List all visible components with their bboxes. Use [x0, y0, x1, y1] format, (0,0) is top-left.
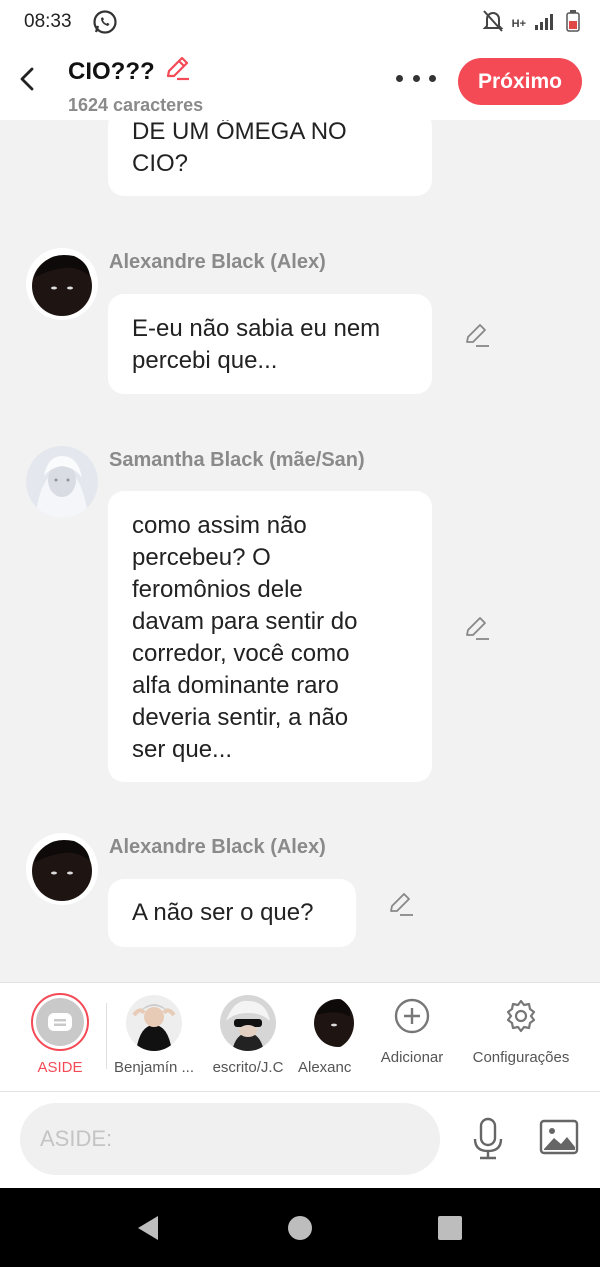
status-icons: H+	[482, 9, 580, 38]
story-title[interactable]: CIO???	[68, 54, 203, 89]
character-aside[interactable]: ASIDE	[24, 993, 96, 1076]
add-icon	[374, 997, 450, 1039]
message-line: feromônios dele	[132, 576, 303, 603]
settings-button[interactable]: Configurações	[468, 997, 574, 1066]
message-line: percebeu? O	[132, 544, 271, 571]
system-nav-bar	[0, 1188, 600, 1267]
edit-message-icon[interactable]	[464, 322, 490, 348]
avatar-alexandre[interactable]	[26, 833, 98, 905]
nav-recents-icon[interactable]	[437, 1215, 463, 1246]
character-avatar	[298, 995, 354, 1051]
speaker-name: Alexandre Black (Alex)	[109, 251, 326, 273]
character-bar: ASIDE Benjamín ... escrito/J.C Alexanc A…	[0, 982, 600, 1092]
battery-icon	[566, 10, 580, 37]
speaker-name: Samantha Black (mãe/San)	[109, 449, 365, 471]
signal-icon	[534, 11, 558, 36]
character-count: 1624 caracteres	[68, 95, 204, 115]
message-bubble[interactable]: DE UM ÖMEGA NO CIO?	[108, 120, 432, 196]
message-bubble[interactable]: como assim não percebeu? O feromônios de…	[108, 491, 432, 782]
nav-home-icon[interactable]	[287, 1215, 313, 1246]
character-item[interactable]: Alexanc	[298, 995, 354, 1076]
message-line: percebi que...	[132, 347, 278, 374]
message-line: DE UM ÖMEGA NO	[132, 120, 347, 145]
input-bar	[0, 1092, 600, 1188]
settings-label: Configurações	[472, 1049, 570, 1066]
message-line: alfa dominante raro	[132, 672, 339, 699]
message-line: CIO?	[132, 150, 189, 177]
message-line: corredor, você como	[132, 640, 350, 667]
message-line: A não ser o que?	[132, 899, 314, 926]
message-bubble[interactable]: A não ser o que?	[108, 879, 356, 947]
character-label: escrito/J.C	[212, 1059, 284, 1076]
character-label: Benjamín ...	[113, 1059, 195, 1076]
header: CIO??? 1624 caracteres Próximo	[0, 44, 600, 120]
divider	[106, 1003, 107, 1069]
microphone-icon[interactable]	[470, 1117, 506, 1166]
message-line: deveria sentir, a não	[132, 704, 349, 731]
whatsapp-icon	[92, 9, 118, 40]
edit-message-icon[interactable]	[388, 891, 414, 917]
add-character-button[interactable]: Adicionar	[374, 997, 450, 1066]
character-avatar	[220, 995, 276, 1051]
message-line: davam para sentir do	[132, 608, 358, 635]
image-icon[interactable]	[539, 1119, 579, 1160]
character-item[interactable]: Benjamín ...	[112, 995, 196, 1076]
message-line: como assim não	[132, 512, 307, 539]
aside-icon	[31, 993, 89, 1051]
message-line: ser que...	[132, 736, 233, 763]
more-options-icon[interactable]	[396, 66, 436, 90]
character-label: ASIDE	[37, 1059, 83, 1076]
speaker-name: Alexandre Black (Alex)	[109, 836, 326, 858]
mute-icon	[482, 9, 504, 38]
gear-icon	[468, 997, 574, 1039]
character-avatar	[126, 995, 182, 1051]
message-line: E-eu não sabia eu nem	[132, 315, 381, 342]
avatar-alexandre[interactable]	[26, 248, 98, 320]
edit-message-icon[interactable]	[464, 615, 490, 641]
status-bar: 08:33 H+	[0, 0, 600, 44]
title-block: CIO??? 1624 caracteres	[68, 54, 203, 116]
character-label: Alexanc	[298, 1059, 352, 1076]
chat-area: DE UM ÖMEGA NO CIO? Alexandre Black (Ale…	[0, 120, 600, 982]
avatar-samantha[interactable]	[26, 446, 98, 518]
status-time: 08:33	[24, 11, 72, 32]
add-label: Adicionar	[380, 1049, 444, 1066]
message-bubble[interactable]: E-eu não sabia eu nem percebi que...	[108, 294, 432, 394]
edit-title-icon[interactable]	[163, 54, 191, 89]
back-arrow-icon[interactable]	[14, 64, 42, 94]
nav-back-icon[interactable]	[134, 1214, 162, 1247]
story-title-text: CIO???	[68, 57, 155, 85]
message-input[interactable]	[20, 1103, 440, 1175]
character-item[interactable]: escrito/J.C	[206, 995, 290, 1076]
next-button[interactable]: Próximo	[458, 58, 582, 105]
network-label: H+	[511, 17, 526, 30]
